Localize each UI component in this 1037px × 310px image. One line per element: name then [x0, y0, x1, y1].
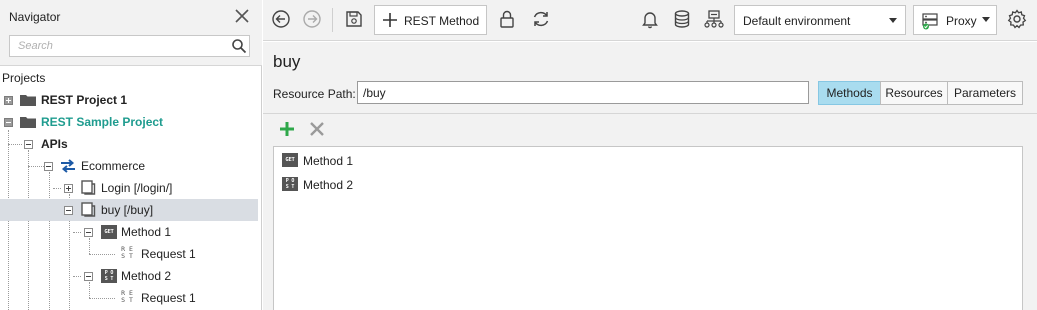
- collapse-icon[interactable]: [84, 272, 93, 281]
- tab-methods[interactable]: Methods: [818, 81, 881, 105]
- search-icon[interactable]: [231, 38, 247, 54]
- collapse-icon[interactable]: [44, 162, 53, 171]
- tree-item-request-1[interactable]: R ES T Request 1: [0, 243, 258, 265]
- tree-item-label: Request 1: [141, 247, 196, 261]
- environment-value: Default environment: [743, 14, 851, 28]
- add-rest-method-button[interactable]: REST Method: [374, 5, 487, 35]
- back-icon[interactable]: [270, 8, 292, 30]
- tree-item-buy[interactable]: buy [/buy]: [0, 199, 258, 221]
- add-icon[interactable]: [278, 120, 296, 138]
- resource-path-input[interactable]: [357, 81, 809, 104]
- tree-item-label: REST Sample Project: [41, 115, 164, 129]
- tree-item-label: Request 1: [141, 291, 196, 305]
- collapse-icon[interactable]: [4, 118, 13, 127]
- chevron-down-icon: [982, 17, 990, 22]
- app-window: Navigator Projects: [0, 0, 1037, 310]
- collapse-icon[interactable]: [84, 228, 93, 237]
- expand-icon[interactable]: [4, 96, 13, 105]
- refresh-icon[interactable]: [530, 8, 552, 30]
- tree-item-label: Ecommerce: [81, 159, 146, 173]
- lock-icon[interactable]: [496, 8, 518, 30]
- api-icon[interactable]: [703, 8, 725, 30]
- methods-list: GET Method 1 P OS T Method 2: [273, 146, 1023, 310]
- close-icon[interactable]: [233, 7, 251, 25]
- tree-item-rest-sample-project[interactable]: REST Sample Project: [0, 111, 258, 133]
- tree-item-label: Login [/login/]: [101, 181, 173, 195]
- tree-item-label: APIs: [41, 137, 68, 151]
- navigator-panel: Navigator Projects: [0, 0, 262, 310]
- database-icon[interactable]: [671, 8, 693, 30]
- resource-editor: buy Resource Path: Methods Resources Par…: [263, 42, 1037, 310]
- tab-resources[interactable]: Resources: [880, 81, 948, 105]
- projects-label: Projects: [2, 71, 46, 85]
- environment-select[interactable]: Default environment: [734, 5, 906, 35]
- api-swap-icon: [61, 159, 75, 173]
- tree-item-label: REST Project 1: [41, 93, 128, 107]
- delete-icon[interactable]: [308, 120, 326, 138]
- proxy-label: Proxy: [946, 14, 977, 28]
- resource-icon: [81, 180, 96, 195]
- gear-icon[interactable]: [1006, 8, 1028, 30]
- list-item-method-1[interactable]: GET Method 1: [274, 149, 1022, 171]
- method-name: Method 1: [303, 154, 354, 168]
- expand-icon[interactable]: [64, 184, 73, 193]
- proxy-icon: [922, 13, 938, 30]
- save-icon[interactable]: [343, 8, 365, 30]
- get-badge-icon: GET: [282, 153, 298, 167]
- tree-item-label: Method 2: [121, 269, 172, 283]
- resource-icon: [81, 202, 96, 217]
- tree-item-label: Method 1: [121, 225, 172, 239]
- rest-request-icon: R ES T: [121, 245, 133, 260]
- navigator-search: [9, 35, 250, 57]
- tab-parameters[interactable]: Parameters: [947, 81, 1023, 105]
- forward-icon[interactable]: [301, 8, 323, 30]
- plus-icon: [383, 13, 397, 27]
- tree-item-label: buy [/buy]: [101, 203, 154, 217]
- tree-item-ecommerce[interactable]: Ecommerce: [0, 155, 258, 177]
- resource-path-label: Resource Path:: [273, 87, 356, 101]
- chevron-down-icon: [889, 18, 897, 23]
- post-badge-icon: P OS T: [282, 177, 298, 191]
- rest-request-icon: R ES T: [121, 289, 133, 304]
- tree-item-rest-project-1[interactable]: REST Project 1: [0, 89, 258, 111]
- navigator-title: Navigator: [9, 10, 61, 24]
- tree-item-method-1[interactable]: GET Method 1: [0, 221, 258, 243]
- divider: [263, 113, 1037, 114]
- tree-item-method-2[interactable]: P OS T Method 2: [0, 265, 258, 287]
- collapse-icon[interactable]: [64, 206, 73, 215]
- bell-icon[interactable]: [639, 8, 661, 30]
- post-badge-icon: P OS T: [101, 269, 117, 283]
- get-badge-icon: GET: [101, 225, 117, 239]
- list-item-method-2[interactable]: P OS T Method 2: [274, 173, 1022, 195]
- collapse-icon[interactable]: [24, 140, 33, 149]
- tree-item-request-1[interactable]: R ES T Request 1: [0, 287, 258, 309]
- folder-icon: [20, 117, 36, 128]
- tree-item-login[interactable]: Login [/login/]: [0, 177, 258, 199]
- tree-item-apis[interactable]: APIs: [0, 133, 258, 155]
- proxy-button[interactable]: Proxy: [913, 5, 997, 35]
- main-toolbar: REST Method Default environment Proxy: [263, 0, 1037, 41]
- page-title: buy: [273, 52, 301, 71]
- method-name: Method 2: [303, 178, 354, 192]
- search-input[interactable]: [10, 36, 225, 56]
- navigator-header: Navigator: [0, 0, 262, 66]
- toolbar-separator: [332, 8, 333, 32]
- rest-method-label: REST Method: [404, 14, 480, 28]
- folder-icon: [20, 95, 36, 106]
